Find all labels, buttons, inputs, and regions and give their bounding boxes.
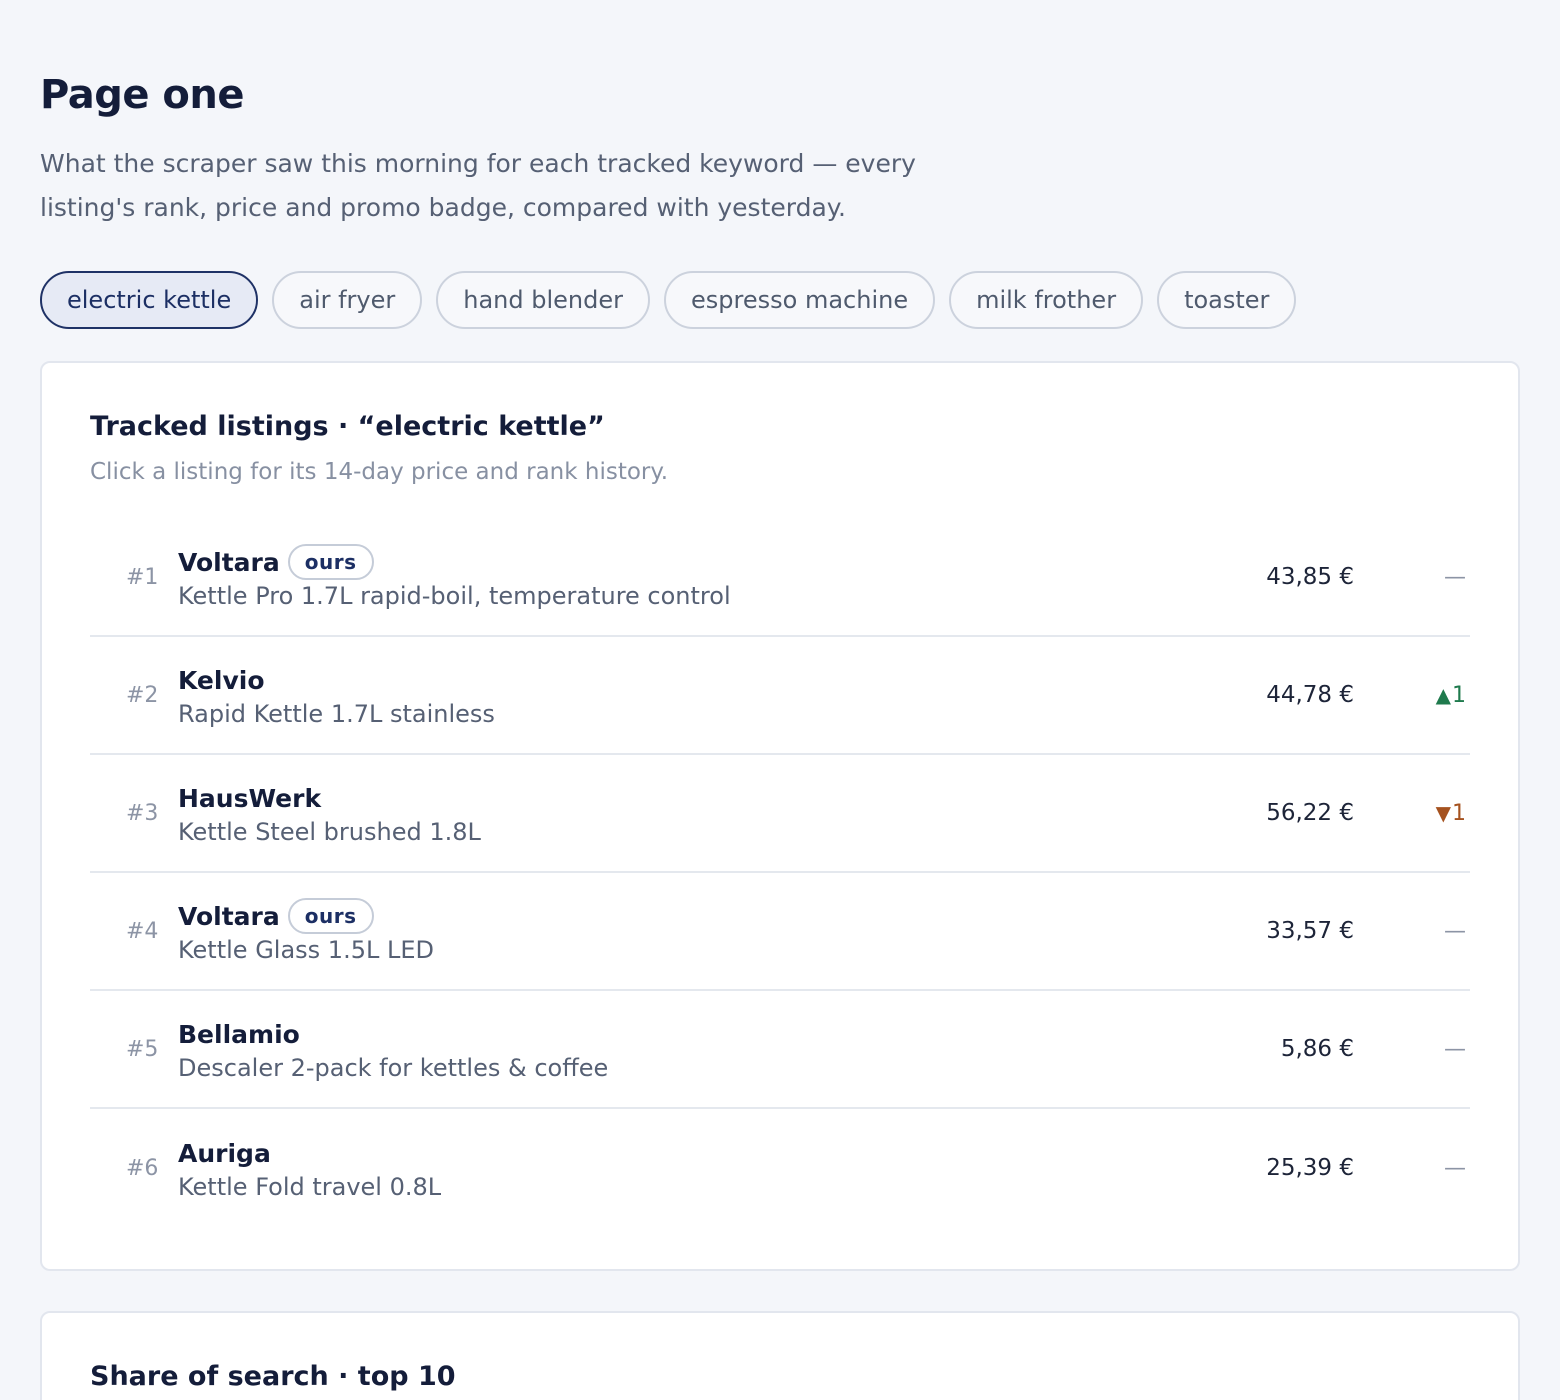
rank-change: — xyxy=(1444,519,1466,635)
listing-brand: Kelvio xyxy=(178,665,265,695)
share-of-search-title: Share of search · top 10 xyxy=(90,1361,456,1392)
listing-rank: #5 xyxy=(126,1036,159,1062)
table-row[interactable]: #4 Voltara ours Kettle Glass 1.5L LED 33,57 … xyxy=(90,873,1470,991)
table-row[interactable]: #6 Auriga Kettle Fold travel 0.8L 25,39 € — xyxy=(90,1109,1470,1227)
listing-product: Kettle Fold travel 0.8L xyxy=(178,1173,442,1201)
ours-badge: ours xyxy=(287,544,374,580)
listing-info: Kelvio Rapid Kettle 1.7L stainless xyxy=(178,637,495,753)
listing-product: Kettle Steel brushed 1.8L xyxy=(178,818,481,846)
listing-brand: Auriga xyxy=(178,1138,271,1168)
table-row[interactable]: #2 Kelvio Rapid Kettle 1.7L stainless 44,78… xyxy=(90,637,1470,755)
listing-brand: Voltara xyxy=(178,547,280,577)
triangle-down-icon: ▼ xyxy=(1435,801,1451,825)
listing-brand: Voltara xyxy=(178,901,280,931)
listing-brand-line: Auriga xyxy=(178,1135,441,1171)
listing-info: Voltara ours Kettle Glass 1.5L LED xyxy=(178,873,434,989)
page: Page one What the scraper saw this morni… xyxy=(0,0,1560,1400)
listing-price: 56,22 € xyxy=(1266,800,1354,826)
listing-info: Auriga Kettle Fold travel 0.8L xyxy=(178,1109,441,1227)
tracked-listings-hint: Click a listing for its 14-day price and… xyxy=(90,459,669,485)
table-row[interactable]: #5 Bellamio Descaler 2-pack for kettles & … xyxy=(90,991,1470,1109)
listing-price: 33,57 € xyxy=(1266,918,1354,944)
keyword-chip-air-fryer[interactable]: air fryer xyxy=(272,271,423,329)
rank-change-value: 1 xyxy=(1452,800,1466,826)
listing-info: Bellamio Descaler 2-pack for kettles & co… xyxy=(178,991,608,1107)
rank-change-value: 1 xyxy=(1452,682,1466,708)
tracked-listings-card: Tracked listings · “electric kettle” Cli… xyxy=(40,361,1520,1271)
keyword-chip-milk-frother[interactable]: milk frother xyxy=(949,271,1144,329)
rank-change: ▲ 1 xyxy=(1436,637,1466,753)
listing-brand-line: Bellamio xyxy=(178,1016,608,1052)
keyword-chip-hand-blender[interactable]: hand blender xyxy=(436,271,651,329)
keyword-chip-electric-kettle[interactable]: electric kettle xyxy=(40,271,259,329)
share-of-search-card: Share of search · top 10 xyxy=(40,1311,1520,1400)
listing-rows: #1 Voltara ours Kettle Pro 1.7L rapid-boil,… xyxy=(90,519,1470,1227)
listing-brand-line: Kelvio xyxy=(178,662,495,698)
listing-info: HausWerk Kettle Steel brushed 1.8L xyxy=(178,755,481,871)
tracked-listings-title: Tracked listings · “electric kettle” xyxy=(90,411,605,442)
table-row[interactable]: #3 HausWerk Kettle Steel brushed 1.8L 56,22… xyxy=(90,755,1470,873)
listing-brand-line: Voltara ours xyxy=(178,544,731,580)
listing-brand-line: HausWerk xyxy=(178,780,481,816)
page-subtitle: What the scraper saw this morning for ea… xyxy=(40,149,916,222)
keyword-chip-toaster[interactable]: toaster xyxy=(1157,271,1297,329)
table-row[interactable]: #1 Voltara ours Kettle Pro 1.7L rapid-boil,… xyxy=(90,519,1470,637)
listing-product: Descaler 2-pack for kettles & coffee xyxy=(178,1054,609,1082)
rank-change: — xyxy=(1444,1109,1466,1227)
listing-product: Kettle Pro 1.7L rapid-boil, temperature … xyxy=(178,582,731,610)
listing-product: Kettle Glass 1.5L LED xyxy=(178,936,434,964)
triangle-up-icon: ▲ xyxy=(1435,683,1451,707)
listing-price: 5,86 € xyxy=(1280,1036,1354,1062)
listing-brand: Bellamio xyxy=(178,1019,300,1049)
page-title: Page one xyxy=(40,72,245,118)
listing-rank: #1 xyxy=(126,564,159,590)
listing-rank: #6 xyxy=(126,1155,159,1181)
rank-change: — xyxy=(1444,991,1466,1107)
listing-info: Voltara ours Kettle Pro 1.7L rapid-boil, t… xyxy=(178,519,731,635)
listing-brand-line: Voltara ours xyxy=(178,898,434,934)
rank-change-value: — xyxy=(1444,1036,1466,1062)
rank-change-value: — xyxy=(1444,1155,1466,1181)
rank-change-value: — xyxy=(1444,564,1466,590)
keyword-chips: electric kettle air fryer hand blender espr… xyxy=(40,271,1297,329)
keyword-chip-espresso-machine[interactable]: espresso machine xyxy=(664,271,936,329)
listing-rank: #3 xyxy=(126,800,159,826)
ours-badge: ours xyxy=(287,898,374,934)
rank-change: — xyxy=(1444,873,1466,989)
listing-price: 44,78 € xyxy=(1266,682,1354,708)
listing-price: 25,39 € xyxy=(1266,1155,1354,1181)
listing-brand: HausWerk xyxy=(178,783,322,813)
listing-rank: #2 xyxy=(126,682,159,708)
rank-change-value: — xyxy=(1444,918,1466,944)
listing-product: Rapid Kettle 1.7L stainless xyxy=(178,700,495,728)
rank-change: ▼ 1 xyxy=(1436,755,1466,871)
listing-price: 43,85 € xyxy=(1266,564,1354,590)
listing-rank: #4 xyxy=(126,918,159,944)
